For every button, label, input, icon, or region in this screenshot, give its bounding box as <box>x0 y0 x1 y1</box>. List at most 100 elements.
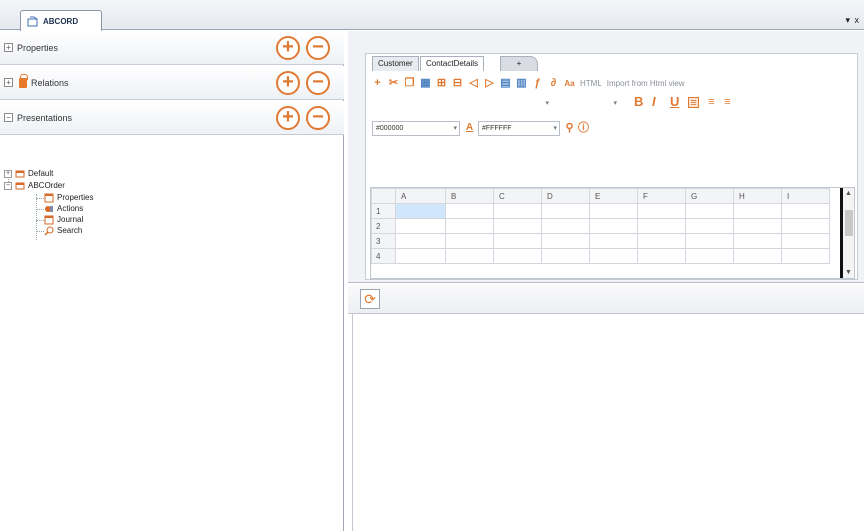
grid-cell[interactable] <box>395 248 446 264</box>
grid-cell[interactable] <box>541 233 590 249</box>
scroll-up-icon[interactable]: ▲ <box>845 190 852 197</box>
grid-cell[interactable] <box>493 218 542 234</box>
move-left-icon[interactable]: ◁ <box>468 77 479 89</box>
grid-cell[interactable] <box>541 248 590 264</box>
grid-cell[interactable] <box>685 218 734 234</box>
column-header[interactable]: E <box>589 188 638 204</box>
tree-item-actions[interactable]: Actions <box>44 203 83 214</box>
add-property-button[interactable]: + <box>276 36 300 60</box>
move-right-icon[interactable]: ▷ <box>484 77 495 89</box>
grid-cell[interactable] <box>445 218 494 234</box>
grid-cell[interactable] <box>637 233 686 249</box>
grid-cell[interactable] <box>685 233 734 249</box>
font-family-select[interactable]: ▾ <box>372 96 552 111</box>
zoom-icon[interactable]: ⚲ <box>564 123 575 134</box>
grid-cell[interactable] <box>445 203 494 219</box>
html-button[interactable]: HTML <box>580 79 602 88</box>
add-relation-button[interactable]: + <box>276 71 300 95</box>
row-header[interactable]: 3 <box>371 233 396 249</box>
insert-row-icon[interactable]: + <box>372 77 383 89</box>
column-header[interactable]: A <box>395 188 446 204</box>
scroll-down-icon[interactable]: ▼ <box>845 269 852 276</box>
add-tab-button[interactable]: + <box>500 56 538 71</box>
grid-cell[interactable] <box>445 248 494 264</box>
grid-cell[interactable] <box>637 248 686 264</box>
grid-cell[interactable] <box>541 203 590 219</box>
spreadsheet-grid[interactable]: A B C D E F G H I 1 2 3 4 ▲ ▼ <box>370 187 855 279</box>
tree-item-default[interactable]: + Default <box>4 168 53 179</box>
add-presentation-button[interactable]: + <box>276 106 300 130</box>
underline-button[interactable]: U <box>670 94 679 109</box>
grid-cell[interactable] <box>781 248 830 264</box>
row-header[interactable]: 1 <box>371 203 396 219</box>
table-icon[interactable]: ▦ <box>420 77 431 89</box>
grid-cell[interactable] <box>733 248 782 264</box>
align-left-icon[interactable]: ≡ <box>688 97 699 109</box>
column-header[interactable]: D <box>541 188 590 204</box>
column-header[interactable]: I <box>781 188 830 204</box>
expand-relations-icon[interactable]: + <box>4 78 13 87</box>
column-header[interactable]: C <box>493 188 542 204</box>
tab-customer[interactable]: Customer <box>372 56 419 71</box>
section-presentations[interactable]: − Presentations + − <box>0 101 344 135</box>
grid-cell[interactable] <box>637 218 686 234</box>
grid-cell[interactable] <box>733 218 782 234</box>
section-properties[interactable]: + Properties + − <box>0 31 344 65</box>
font-size-select[interactable]: ▾ <box>556 96 620 111</box>
refresh-button[interactable]: ⟳ <box>360 289 380 309</box>
grid-cell[interactable] <box>637 203 686 219</box>
tree-item-abcorder[interactable]: − ABCOrder <box>4 180 65 191</box>
copy-icon[interactable]: ❐ <box>404 77 415 89</box>
remove-property-button[interactable]: − <box>306 36 330 60</box>
grid-cell[interactable] <box>589 218 638 234</box>
remove-relation-button[interactable]: − <box>306 71 330 95</box>
italic-button[interactable]: I <box>652 94 656 109</box>
row-header[interactable]: 4 <box>371 248 396 264</box>
grid-cell[interactable] <box>781 233 830 249</box>
tab-abcord[interactable]: ABCORD <box>20 10 102 31</box>
cut-icon[interactable]: ✂ <box>388 77 399 89</box>
grid-cell[interactable] <box>589 203 638 219</box>
grid-cell[interactable] <box>395 218 446 234</box>
text-style-icon[interactable]: Aa <box>564 78 575 89</box>
remove-presentation-button[interactable]: − <box>306 106 330 130</box>
grid-cell-selected[interactable] <box>395 203 446 219</box>
grid-icon[interactable]: ▤ <box>500 77 511 89</box>
back-color-select[interactable]: #FFFFFF ▾ <box>478 121 560 136</box>
scroll-thumb[interactable] <box>845 210 853 236</box>
tree-item-journal[interactable]: Journal <box>44 214 83 225</box>
collapse-icon[interactable]: − <box>4 181 12 190</box>
column-header[interactable]: B <box>445 188 494 204</box>
delete-column-icon[interactable]: ⊟ <box>452 77 463 89</box>
grid-vertical-scrollbar[interactable]: ▲ ▼ <box>840 188 854 278</box>
align-right-icon[interactable]: ≡ <box>722 97 733 108</box>
column-header[interactable]: H <box>733 188 782 204</box>
grid-cell[interactable] <box>589 233 638 249</box>
grid-cell[interactable] <box>445 233 494 249</box>
section-relations[interactable]: + Relations + − <box>0 66 344 100</box>
align-center-icon[interactable]: ≡ <box>706 97 717 108</box>
insert-column-icon[interactable]: ⊞ <box>436 77 447 89</box>
expand-properties-icon[interactable]: + <box>4 43 13 52</box>
import-html-button[interactable]: Import from Html view <box>607 79 685 88</box>
link-icon[interactable]: ∂ <box>548 77 559 89</box>
grid-cell[interactable] <box>781 203 830 219</box>
tabstrip-controls[interactable]: ▾ x <box>845 15 860 26</box>
grid-cell[interactable] <box>493 233 542 249</box>
formula-icon[interactable]: ƒ <box>532 77 543 89</box>
grid-cell[interactable] <box>395 233 446 249</box>
tree-item-search[interactable]: Search <box>44 225 82 236</box>
info-icon[interactable]: ⓘ <box>578 123 589 134</box>
layout-icon[interactable]: ▥ <box>516 77 527 89</box>
tree-item-properties[interactable]: Properties <box>44 192 93 203</box>
bold-button[interactable]: B <box>634 94 643 109</box>
grid-cell[interactable] <box>541 218 590 234</box>
grid-cell[interactable] <box>733 203 782 219</box>
grid-cell[interactable] <box>685 203 734 219</box>
row-header[interactable]: 2 <box>371 218 396 234</box>
grid-cell[interactable] <box>493 203 542 219</box>
tab-contactdetails[interactable]: ContactDetails <box>420 56 485 71</box>
collapse-presentations-icon[interactable]: − <box>4 113 13 122</box>
grid-cell[interactable] <box>781 218 830 234</box>
column-header[interactable]: G <box>685 188 734 204</box>
